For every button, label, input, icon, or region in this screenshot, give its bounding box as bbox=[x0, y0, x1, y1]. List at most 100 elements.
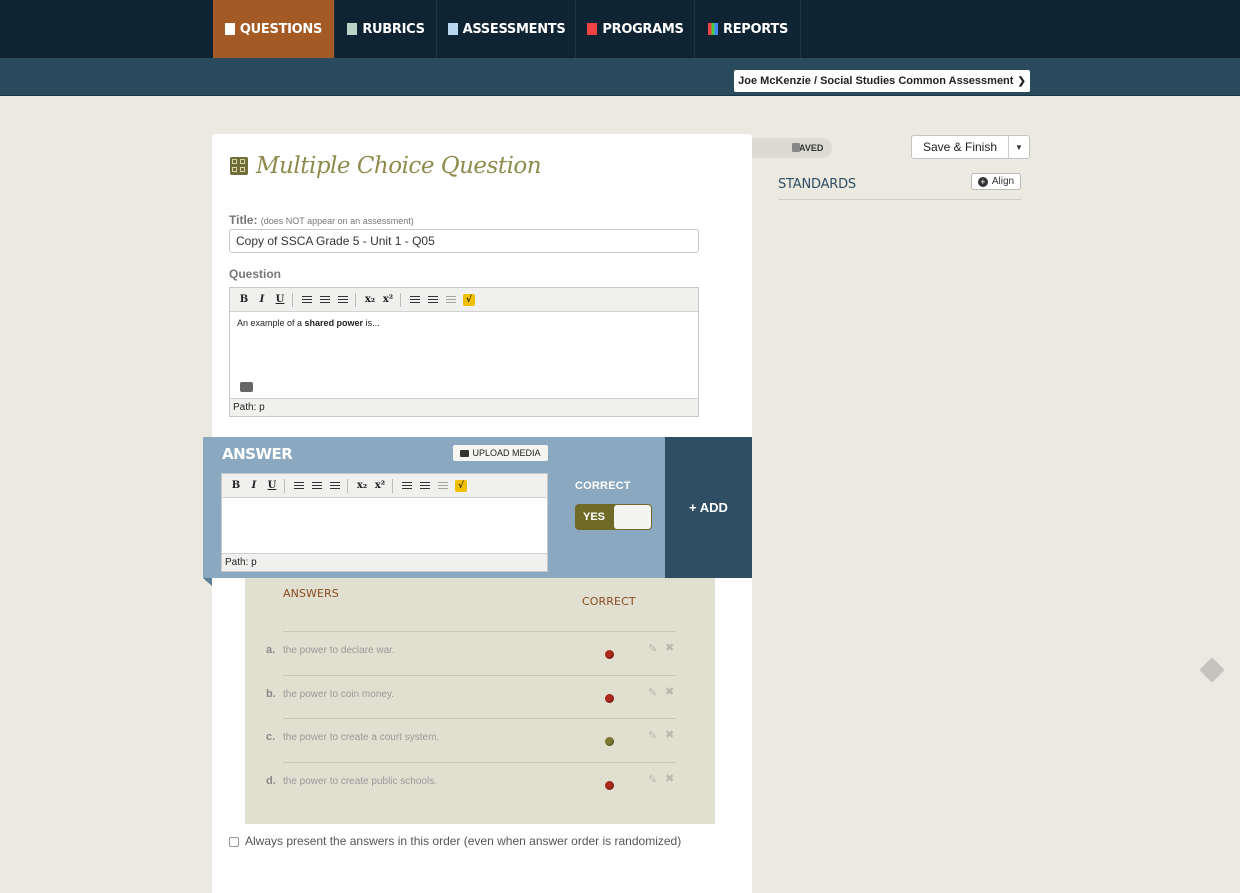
correct-label: CORRECT bbox=[575, 480, 631, 492]
close-icon[interactable]: ✖ bbox=[665, 685, 674, 698]
sub-bar bbox=[0, 58, 1240, 96]
title-input[interactable] bbox=[229, 229, 699, 253]
correct-indicator[interactable] bbox=[605, 650, 614, 659]
plus-circle-icon: + bbox=[977, 176, 988, 187]
caret-down-icon[interactable]: ▼ bbox=[1008, 136, 1029, 158]
tab-reports[interactable]: REPORTS bbox=[696, 0, 801, 58]
answer-title: ANSWER bbox=[222, 445, 293, 463]
align-left-button[interactable] bbox=[290, 477, 308, 495]
answer-path: Path: p bbox=[222, 553, 547, 571]
answer-row[interactable]: b. the power to coin money. ✎ ✖ bbox=[266, 675, 676, 719]
superscript-button[interactable]: x² bbox=[371, 477, 389, 495]
bullet-list-button[interactable] bbox=[406, 291, 424, 309]
document-icon bbox=[447, 23, 458, 35]
close-icon[interactable]: ✖ bbox=[665, 641, 674, 654]
align-right-button[interactable] bbox=[326, 477, 344, 495]
upload-media-button[interactable]: UPLOAD MEDIA bbox=[453, 445, 548, 461]
user-context-dropdown[interactable]: Joe McKenzie / Social Studies Common Ass… bbox=[734, 70, 1030, 92]
page-icon bbox=[224, 23, 235, 35]
close-icon[interactable]: ✖ bbox=[665, 728, 674, 741]
camera-icon[interactable] bbox=[240, 382, 253, 392]
correct-indicator[interactable] bbox=[605, 737, 614, 746]
align-button[interactable]: + Align bbox=[971, 173, 1021, 190]
superscript-button[interactable]: x² bbox=[379, 291, 397, 309]
answer-letter: d. bbox=[266, 775, 276, 787]
align-right-button[interactable] bbox=[334, 291, 352, 309]
tab-questions[interactable]: QUESTIONS bbox=[213, 0, 335, 58]
book-icon bbox=[587, 23, 598, 35]
add-answer-button[interactable]: + ADD bbox=[665, 437, 752, 578]
answer-editor[interactable]: B I U x₂ x² √ Path: p bbox=[221, 473, 548, 572]
camera-icon bbox=[460, 449, 470, 457]
save-finish-split-button: Save & Finish ▼ bbox=[911, 135, 1030, 159]
italic-button[interactable]: I bbox=[245, 477, 263, 495]
align-label: Align bbox=[991, 176, 1015, 187]
close-icon[interactable]: ✖ bbox=[665, 772, 674, 785]
equation-button[interactable]: √ bbox=[460, 291, 478, 309]
numbered-list-button[interactable] bbox=[424, 291, 442, 309]
tab-reports-label: REPORTS bbox=[722, 21, 789, 37]
bold-button[interactable]: B bbox=[235, 291, 253, 309]
pencil-icon[interactable]: ✎ bbox=[648, 686, 657, 699]
upload-media-label: UPLOAD MEDIA bbox=[472, 448, 541, 458]
standards-divider bbox=[778, 199, 1021, 200]
question-type-heading: Multiple Choice Question bbox=[256, 153, 542, 179]
indent-button[interactable] bbox=[434, 477, 452, 495]
top-nav: QUESTIONS RUBRICS ASSESSMENTS PROGRAMS R… bbox=[0, 0, 1240, 58]
answer-letter: c. bbox=[266, 731, 276, 743]
correct-toggle[interactable]: YES bbox=[575, 504, 652, 530]
feedback-widget-icon[interactable] bbox=[1199, 657, 1225, 683]
standards-heading: STANDARDS bbox=[778, 177, 856, 192]
bold-button[interactable]: B bbox=[227, 477, 245, 495]
user-context-label: Joe McKenzie / Social Studies Common Ass… bbox=[738, 75, 1014, 87]
correct-indicator[interactable] bbox=[605, 781, 614, 790]
indent-button[interactable] bbox=[442, 291, 460, 309]
answer-row[interactable]: d. the power to create public schools. ✎… bbox=[266, 762, 676, 806]
tab-rubrics[interactable]: RUBRICS bbox=[336, 0, 437, 58]
underline-button[interactable]: U bbox=[263, 477, 281, 495]
question-editor[interactable]: B I U x₂ x² √ An example of a shared pow… bbox=[229, 287, 699, 417]
answer-letter: a. bbox=[266, 644, 276, 656]
correct-header: CORRECT bbox=[582, 595, 636, 608]
answer-row[interactable]: c. the power to create a court system. ✎… bbox=[266, 718, 676, 762]
align-center-button[interactable] bbox=[316, 291, 334, 309]
answer-text: the power to create public schools. bbox=[283, 776, 437, 787]
tab-programs-label: PROGRAMS bbox=[602, 21, 684, 37]
subscript-button[interactable]: x₂ bbox=[353, 477, 371, 495]
tab-assessments-label: ASSESSMENTS bbox=[462, 21, 566, 37]
numbered-list-button[interactable] bbox=[416, 477, 434, 495]
lock-icon bbox=[792, 143, 800, 152]
sqrt-icon: √ bbox=[463, 293, 475, 306]
title-note: (does NOT appear on an assessment) bbox=[260, 216, 414, 226]
toggle-yes-label: YES bbox=[583, 511, 606, 523]
question-toolbar: B I U x₂ x² √ bbox=[230, 288, 698, 312]
rubric-icon bbox=[347, 23, 358, 35]
pencil-icon[interactable]: ✎ bbox=[648, 729, 657, 742]
bullet-list-button[interactable] bbox=[398, 477, 416, 495]
subscript-button[interactable]: x₂ bbox=[361, 291, 379, 309]
align-center-button[interactable] bbox=[308, 477, 326, 495]
tab-programs[interactable]: PROGRAMS bbox=[577, 0, 695, 58]
pencil-icon[interactable]: ✎ bbox=[648, 642, 657, 655]
save-finish-button[interactable]: Save & Finish bbox=[912, 136, 1008, 158]
italic-button[interactable]: I bbox=[253, 291, 271, 309]
align-left-button[interactable] bbox=[298, 291, 316, 309]
question-text-prefix: An example of a bbox=[237, 318, 305, 328]
answer-order-label: Always present the answers in this order… bbox=[245, 834, 682, 848]
equation-button[interactable]: √ bbox=[452, 477, 470, 495]
answer-panel-fold bbox=[203, 578, 212, 586]
question-path: Path: p bbox=[230, 398, 698, 416]
correct-indicator[interactable] bbox=[605, 694, 614, 703]
underline-button[interactable]: U bbox=[271, 291, 289, 309]
answer-text: the power to coin money. bbox=[283, 689, 394, 700]
answer-row[interactable]: a. the power to declare war. ✎ ✖ bbox=[266, 631, 676, 675]
question-text-suffix: is... bbox=[363, 318, 380, 328]
answer-text: the power to declare war. bbox=[283, 645, 395, 656]
answer-letter: b. bbox=[266, 688, 276, 700]
tab-assessments[interactable]: ASSESSMENTS bbox=[438, 0, 576, 58]
question-body[interactable]: An example of a shared power is... bbox=[230, 312, 698, 334]
answer-order-checkbox[interactable] bbox=[229, 837, 239, 847]
pencil-icon[interactable]: ✎ bbox=[648, 773, 657, 786]
title-label: Title: (does NOT appear on an assessment… bbox=[229, 213, 414, 227]
answer-text: the power to create a court system. bbox=[283, 732, 440, 743]
